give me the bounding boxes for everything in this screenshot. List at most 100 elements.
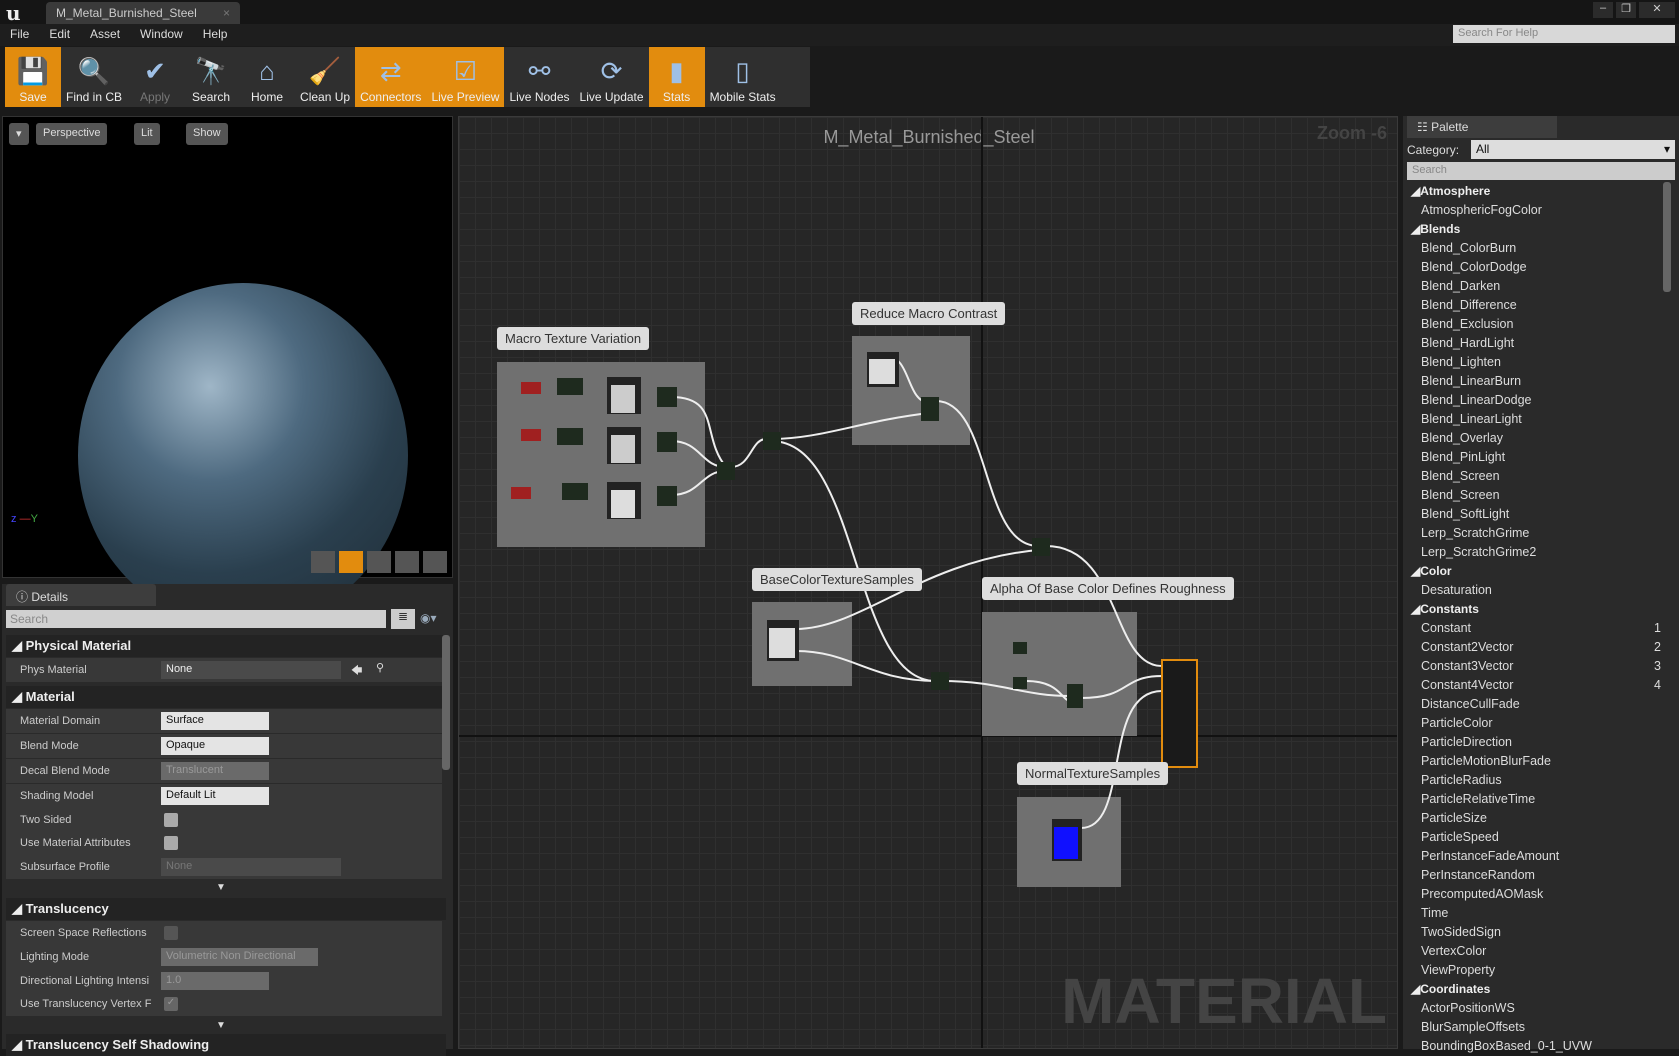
connectors-button[interactable]: ⇄ Connectors: [355, 47, 427, 107]
palette-tab[interactable]: ☷ Palette: [1407, 116, 1557, 138]
palette-item[interactable]: DistanceCullFade: [1407, 695, 1663, 714]
palette-item[interactable]: Blend_Darken: [1407, 277, 1663, 296]
clean-up-button[interactable]: 🧹 Clean Up: [295, 47, 355, 107]
palette-item[interactable]: Blend_Lighten: [1407, 353, 1663, 372]
palette-item[interactable]: Blend_Screen: [1407, 486, 1663, 505]
details-tab[interactable]: ⓘ Details: [6, 584, 156, 606]
mobile-stats-button[interactable]: ▯ Mobile Stats: [705, 47, 781, 107]
find-in-cb-button[interactable]: 🔍 Find in CB: [61, 47, 127, 107]
palette-scrollbar[interactable]: [1663, 182, 1671, 292]
comment-label[interactable]: BaseColorTextureSamples: [752, 568, 922, 591]
live-update-button[interactable]: ⟳ Live Update: [575, 47, 649, 107]
two-sided-checkbox[interactable]: [164, 813, 178, 827]
palette-item[interactable]: Lerp_ScratchGrime: [1407, 524, 1663, 543]
menu-help[interactable]: Help: [193, 24, 238, 44]
comment-label[interactable]: Reduce Macro Contrast: [852, 302, 1006, 325]
palette-item[interactable]: Blend_Overlay: [1407, 429, 1663, 448]
palette-item[interactable]: Lerp_ScratchGrime2: [1407, 543, 1663, 562]
palette-category[interactable]: ◢Blends: [1407, 220, 1663, 239]
palette-item[interactable]: Blend_Difference: [1407, 296, 1663, 315]
palette-item[interactable]: ActorPositionWS: [1407, 999, 1663, 1018]
palette-item[interactable]: ParticleRadius: [1407, 771, 1663, 790]
palette-item[interactable]: Blend_LinearBurn: [1407, 372, 1663, 391]
material-graph-editor[interactable]: M_Metal_Burnished_Steel Zoom -6 MATERIAL: [458, 116, 1398, 1049]
node-graph[interactable]: [458, 116, 1398, 1049]
palette-item[interactable]: ParticleMotionBlurFade: [1407, 752, 1663, 771]
palette-item[interactable]: Desaturation: [1407, 581, 1663, 600]
preview-viewport[interactable]: ▾ Perspective Lit Show z —Y: [2, 116, 453, 628]
palette-item[interactable]: ParticleSpeed: [1407, 828, 1663, 847]
minimize-button[interactable]: –: [1593, 2, 1613, 18]
browse-search-icon[interactable]: ⚲: [376, 661, 384, 674]
category-dropdown[interactable]: All ▾: [1471, 140, 1675, 159]
palette-item[interactable]: BoundingBoxBased_0-1_UVW: [1407, 1037, 1663, 1056]
menu-window[interactable]: Window: [130, 24, 193, 44]
comment-label[interactable]: NormalTextureSamples: [1017, 762, 1169, 785]
live-preview-button[interactable]: ☑ Live Preview: [426, 47, 505, 107]
cylinder-shape-button[interactable]: [311, 551, 335, 573]
expand-advanced-icon[interactable]: ▼: [216, 1020, 226, 1031]
home-button[interactable]: ⌂ Home: [239, 47, 295, 107]
palette-item[interactable]: Time: [1407, 904, 1663, 923]
palette-category[interactable]: ◢Constants: [1407, 600, 1663, 619]
palette-item[interactable]: PerInstanceRandom: [1407, 866, 1663, 885]
property-matrix-button[interactable]: ≣: [391, 609, 415, 629]
menu-asset[interactable]: Asset: [80, 24, 130, 44]
palette-item[interactable]: Blend_LinearLight: [1407, 410, 1663, 429]
details-scrollbar[interactable]: [442, 635, 450, 770]
lit-button[interactable]: Lit: [134, 123, 160, 145]
live-nodes-button[interactable]: ⚯ Live Nodes: [504, 47, 574, 107]
palette-item[interactable]: ParticleColor: [1407, 714, 1663, 733]
palette-item[interactable]: Blend_LinearDodge: [1407, 391, 1663, 410]
close-icon[interactable]: ×: [223, 6, 230, 20]
use-material-attributes-checkbox[interactable]: [164, 836, 178, 850]
use-selected-arrow-icon[interactable]: 🡄: [351, 662, 362, 681]
show-button[interactable]: Show: [186, 123, 228, 145]
palette-item[interactable]: PrecomputedAOMask: [1407, 885, 1663, 904]
details-search-input[interactable]: Search: [6, 610, 386, 628]
palette-item[interactable]: ParticleRelativeTime: [1407, 790, 1663, 809]
help-search-input[interactable]: Search For Help: [1453, 25, 1675, 43]
expand-advanced-icon[interactable]: ▼: [216, 882, 226, 893]
section-translucency-self-shadowing[interactable]: ◢ Translucency Self Shadowing: [6, 1034, 446, 1056]
palette-category[interactable]: ◢Color: [1407, 562, 1663, 581]
plane-shape-button[interactable]: [367, 551, 391, 573]
stats-button[interactable]: ▮ Stats: [648, 47, 705, 107]
cube-shape-button[interactable]: [395, 551, 419, 573]
sphere-shape-button[interactable]: [339, 551, 363, 573]
palette-category[interactable]: ◢Coordinates: [1407, 980, 1663, 999]
palette-search-input[interactable]: Search: [1407, 162, 1675, 180]
palette-item[interactable]: Blend_ColorBurn: [1407, 239, 1663, 258]
material-domain-dropdown[interactable]: Surface: [161, 712, 269, 730]
palette-item[interactable]: Constant3Vector 3: [1407, 657, 1663, 676]
palette-item[interactable]: Blend_SoftLight: [1407, 505, 1663, 524]
blend-mode-dropdown[interactable]: Opaque: [161, 737, 269, 755]
palette-item[interactable]: VertexColor: [1407, 942, 1663, 961]
search-button[interactable]: 🔭 Search: [183, 47, 239, 107]
phys-material-dropdown[interactable]: None: [161, 661, 341, 679]
close-window-button[interactable]: ✕: [1639, 2, 1675, 18]
shading-model-dropdown[interactable]: Default Lit: [161, 787, 269, 805]
viewport-options-button[interactable]: ▾: [9, 123, 29, 145]
mesh-shape-button[interactable]: [423, 551, 447, 573]
palette-item[interactable]: Blend_Exclusion: [1407, 315, 1663, 334]
apply-button[interactable]: ✔ Apply: [127, 47, 183, 107]
section-translucency[interactable]: ◢ Translucency: [6, 898, 446, 920]
palette-item[interactable]: Blend_Screen: [1407, 467, 1663, 486]
comment-label[interactable]: Macro Texture Variation: [497, 327, 650, 350]
palette-item[interactable]: PerInstanceFadeAmount: [1407, 847, 1663, 866]
save-button[interactable]: 💾 Save: [5, 47, 61, 107]
section-physical-material[interactable]: ◢ Physical Material: [6, 635, 446, 657]
palette-item[interactable]: Constant4Vector 4: [1407, 676, 1663, 695]
document-tab[interactable]: M_Metal_Burnished_Steel ×: [46, 2, 240, 24]
palette-item[interactable]: BlurSampleOffsets: [1407, 1018, 1663, 1037]
comment-label[interactable]: Alpha Of Base Color Defines Roughness: [982, 577, 1234, 600]
palette-item[interactable]: ParticleSize: [1407, 809, 1663, 828]
palette-item[interactable]: Blend_ColorDodge: [1407, 258, 1663, 277]
palette-item[interactable]: Blend_PinLight: [1407, 448, 1663, 467]
section-material[interactable]: ◢ Material: [6, 686, 446, 708]
perspective-button[interactable]: Perspective: [36, 123, 108, 145]
palette-item[interactable]: TwoSidedSign: [1407, 923, 1663, 942]
palette-category[interactable]: ◢Atmosphere: [1407, 182, 1663, 201]
palette-item[interactable]: ViewProperty: [1407, 961, 1663, 980]
